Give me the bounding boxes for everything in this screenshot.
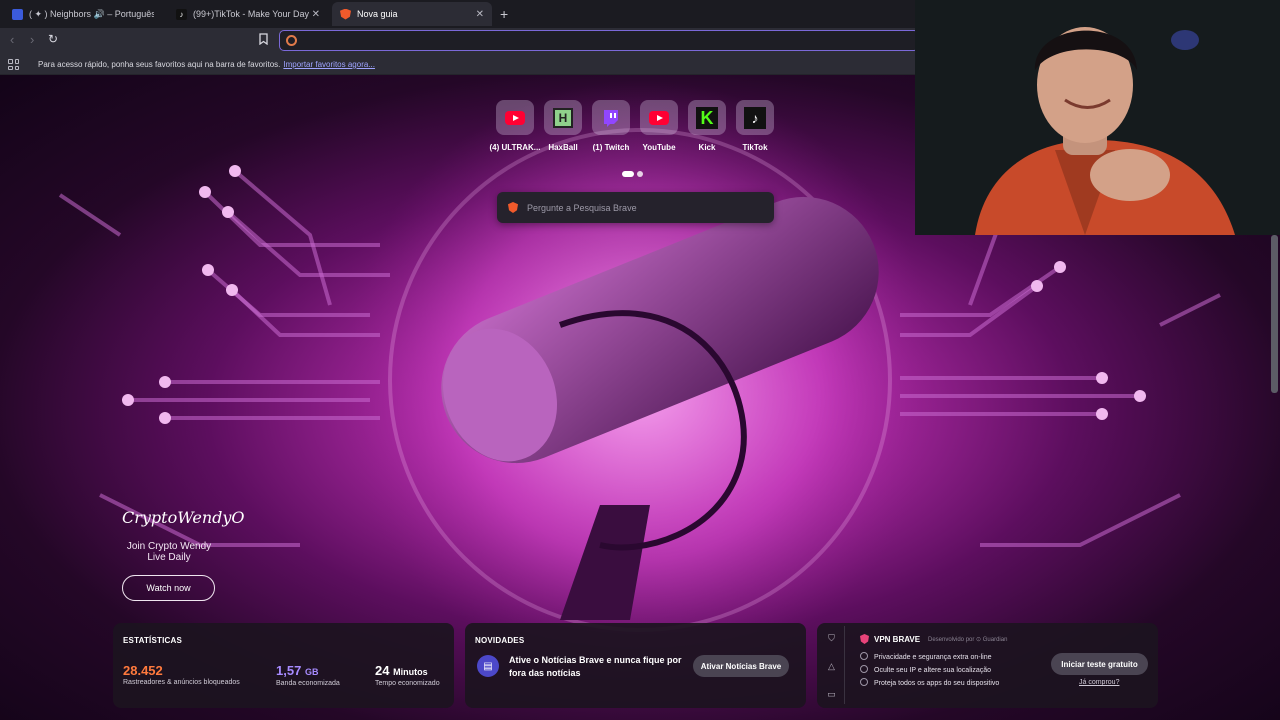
already-bought-link[interactable]: Já comprou? [1079, 679, 1119, 686]
close-tab-icon[interactable]: ✕ [476, 9, 484, 20]
back-icon[interactable]: ‹ [10, 32, 14, 47]
shortcut-ultrakill[interactable] [496, 100, 534, 135]
youtube-icon [649, 110, 669, 125]
tiktok-icon: ♪ [744, 106, 766, 129]
widget-switcher: ⛉ △ ▭ [819, 626, 845, 704]
tab-nova-guia[interactable]: Nova guia ✕ [332, 2, 492, 26]
address-bar[interactable] [279, 30, 919, 51]
webcam-overlay [915, 0, 1280, 235]
news-title: NOVIDADES [475, 636, 525, 645]
youtube-icon [505, 110, 525, 125]
import-bookmarks-link[interactable]: Importar favoritos agora... [283, 60, 375, 69]
page-dot[interactable] [637, 171, 643, 177]
tab-title: ( ✦ ) Neighbors 🔊 – Português | Site [29, 8, 154, 19]
talk-camera-icon[interactable]: ▭ [819, 682, 844, 710]
vpn-shield-icon[interactable]: ⛉ [819, 626, 844, 654]
time-label: Tempo economizado [375, 680, 440, 687]
vpn-feature: Privacidade e segurança extra on-line [860, 652, 992, 661]
news-icon: ▤ [477, 655, 499, 677]
search-box [497, 192, 774, 223]
tab-neighbors[interactable]: ( ✦ ) Neighbors 🔊 – Português | Site [4, 2, 162, 26]
kick-icon: K [696, 106, 718, 129]
start-trial-button[interactable]: Iniciar teste gratuito [1051, 653, 1148, 675]
tab-title: (99+)TikTok - Make Your Day [193, 9, 309, 19]
time-value: 24 Minutos [375, 663, 428, 678]
vpn-feature: Proteja todos os apps do seu dispositivo [860, 678, 999, 687]
sponsor-tagline: Join Crypto Wendy Live Daily [126, 541, 212, 563]
shortcut-youtube[interactable] [640, 100, 678, 135]
vpn-title: VPN BRAVE [874, 635, 921, 644]
tiktok-favicon-icon: ♪ [176, 8, 187, 20]
enable-news-button[interactable]: Ativar Notícias Brave [693, 655, 789, 677]
site-favicon-icon [12, 8, 23, 20]
new-tab-icon[interactable]: + [500, 6, 508, 22]
stats-card: ESTATÍSTICAS 28.452 Rastreadores & anúnc… [113, 623, 454, 708]
vpn-feature: Oculte seu IP e altere sua localização [860, 665, 991, 674]
brave-favicon-icon [340, 8, 351, 20]
page-dot-active[interactable] [622, 171, 634, 177]
search-engine-icon [286, 35, 297, 46]
rewards-triangle-icon[interactable]: △ [819, 654, 844, 682]
sponsor-brand: CryptoWendyO [122, 508, 245, 527]
bandwidth-label: Banda economizada [276, 680, 340, 687]
brave-lion-icon [508, 202, 518, 213]
bookmarks-hint: Para acesso rápido, ponha seus favoritos… [38, 60, 375, 69]
reload-icon[interactable]: ↻ [48, 32, 58, 46]
search-input[interactable] [527, 199, 762, 216]
shortcut-twitch[interactable] [592, 100, 630, 135]
shortcut-label: TikTok [742, 143, 768, 152]
watch-now-button[interactable]: Watch now [122, 575, 215, 601]
shortcut-tiktok[interactable]: ♪ [736, 100, 774, 135]
news-text: Ative o Notícias Brave e nunca fique por… [509, 655, 682, 678]
shortcut-kick[interactable]: K [688, 100, 726, 135]
vpn-developed-by: Desenvolvido por ⊙ Guardian [928, 637, 1008, 643]
bandwidth-value: 1,57 GB [276, 663, 319, 678]
tab-title: Nova guia [357, 9, 398, 19]
forward-icon[interactable]: › [30, 32, 34, 47]
blocked-label: Rastreadores & anúncios bloqueados [123, 679, 240, 686]
tab-tiktok[interactable]: ♪ (99+)TikTok - Make Your Day ✕ [168, 2, 328, 26]
shortcut-pagination [622, 164, 646, 182]
page-scrollbar[interactable] [1271, 235, 1278, 393]
blocked-count: 28.452 [123, 663, 163, 678]
haxball-icon: H [553, 107, 573, 128]
close-tab-icon[interactable]: ✕ [312, 9, 320, 20]
stats-title: ESTATÍSTICAS [123, 636, 182, 645]
shortcut-haxball[interactable]: H [544, 100, 582, 135]
toolbar: ‹ › ↻ [0, 28, 919, 53]
bookmarks-bar: Para acesso rápido, ponha seus favoritos… [0, 53, 915, 75]
webcam-person-image [915, 0, 1280, 235]
twitch-icon [604, 109, 618, 127]
bookmark-icon[interactable] [259, 33, 268, 48]
apps-grid-icon[interactable] [8, 59, 19, 70]
